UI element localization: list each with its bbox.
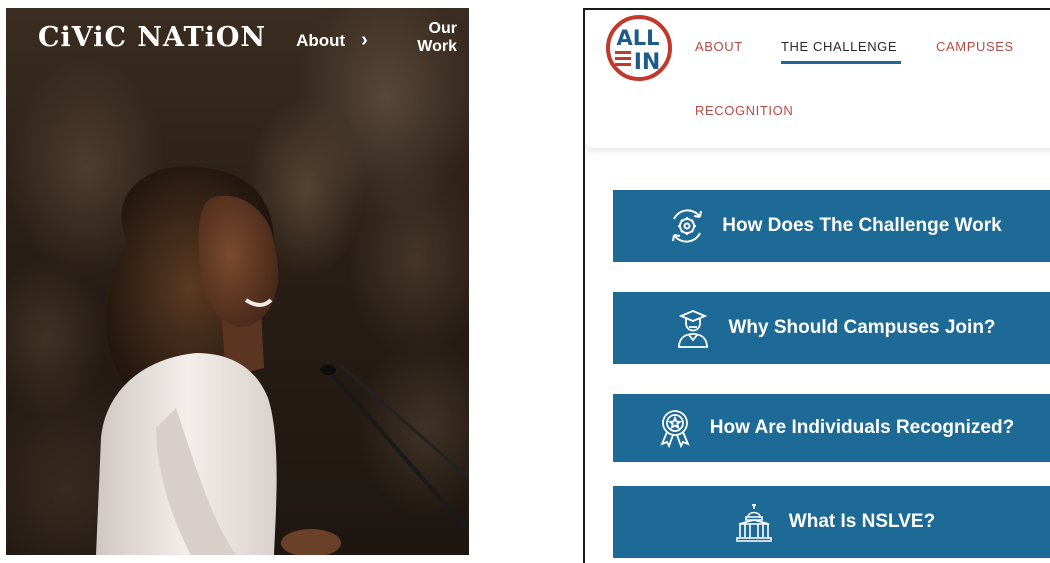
- how-individuals-recognized-button[interactable]: How Are Individuals Recognized?: [613, 394, 1050, 462]
- all-in-header: ALL IN ABOUT THE CHALLENGE CAMPUSES RECO…: [585, 10, 1050, 148]
- button-label: Why Should Campuses Join?: [728, 317, 996, 338]
- all-in-logo[interactable]: ALL IN: [605, 14, 673, 82]
- button-label: How Does The Challenge Work: [722, 215, 1002, 236]
- speaker-photo: [96, 166, 469, 555]
- civic-nation-navbar: CiViC NATiON About › Our Work: [6, 8, 469, 70]
- nav-our-work[interactable]: Our Work: [417, 20, 457, 56]
- nav-about[interactable]: About ›: [296, 29, 368, 52]
- civic-nation-hero: CiViC NATiON About › Our Work: [6, 8, 469, 555]
- active-tab-underline: [781, 61, 901, 64]
- how-does-challenge-work-button[interactable]: How Does The Challenge Work: [613, 190, 1050, 262]
- nav-about-label: About: [296, 30, 346, 50]
- award-ribbon-icon: [660, 410, 690, 449]
- civic-nation-logo[interactable]: CiViC NATiON: [38, 22, 266, 53]
- logo-text-bottom: IN: [634, 50, 661, 75]
- page: CiViC NATiON About › Our Work ALL IN ABO…: [0, 0, 1050, 563]
- nav-campuses-link[interactable]: CAMPUSES: [936, 39, 1014, 54]
- capitol-building-icon: [735, 504, 772, 542]
- gear-cycle-icon: [672, 209, 703, 243]
- why-campuses-join-button[interactable]: Why Should Campuses Join?: [613, 292, 1050, 364]
- chevron-right-icon: ›: [361, 29, 368, 51]
- graduate-icon: [678, 310, 709, 348]
- nav-about-link[interactable]: ABOUT: [695, 39, 743, 54]
- nav-the-challenge-link[interactable]: THE CHALLENGE: [781, 39, 897, 54]
- what-is-nslve-button[interactable]: What Is NSLVE?: [613, 486, 1050, 558]
- button-label: How Are Individuals Recognized?: [709, 417, 1015, 438]
- button-label: What Is NSLVE?: [788, 511, 936, 532]
- all-in-panel: ALL IN ABOUT THE CHALLENGE CAMPUSES RECO…: [583, 8, 1050, 563]
- logo-text-top: ALL: [616, 26, 659, 50]
- nav-recognition-link[interactable]: RECOGNITION: [695, 103, 793, 118]
